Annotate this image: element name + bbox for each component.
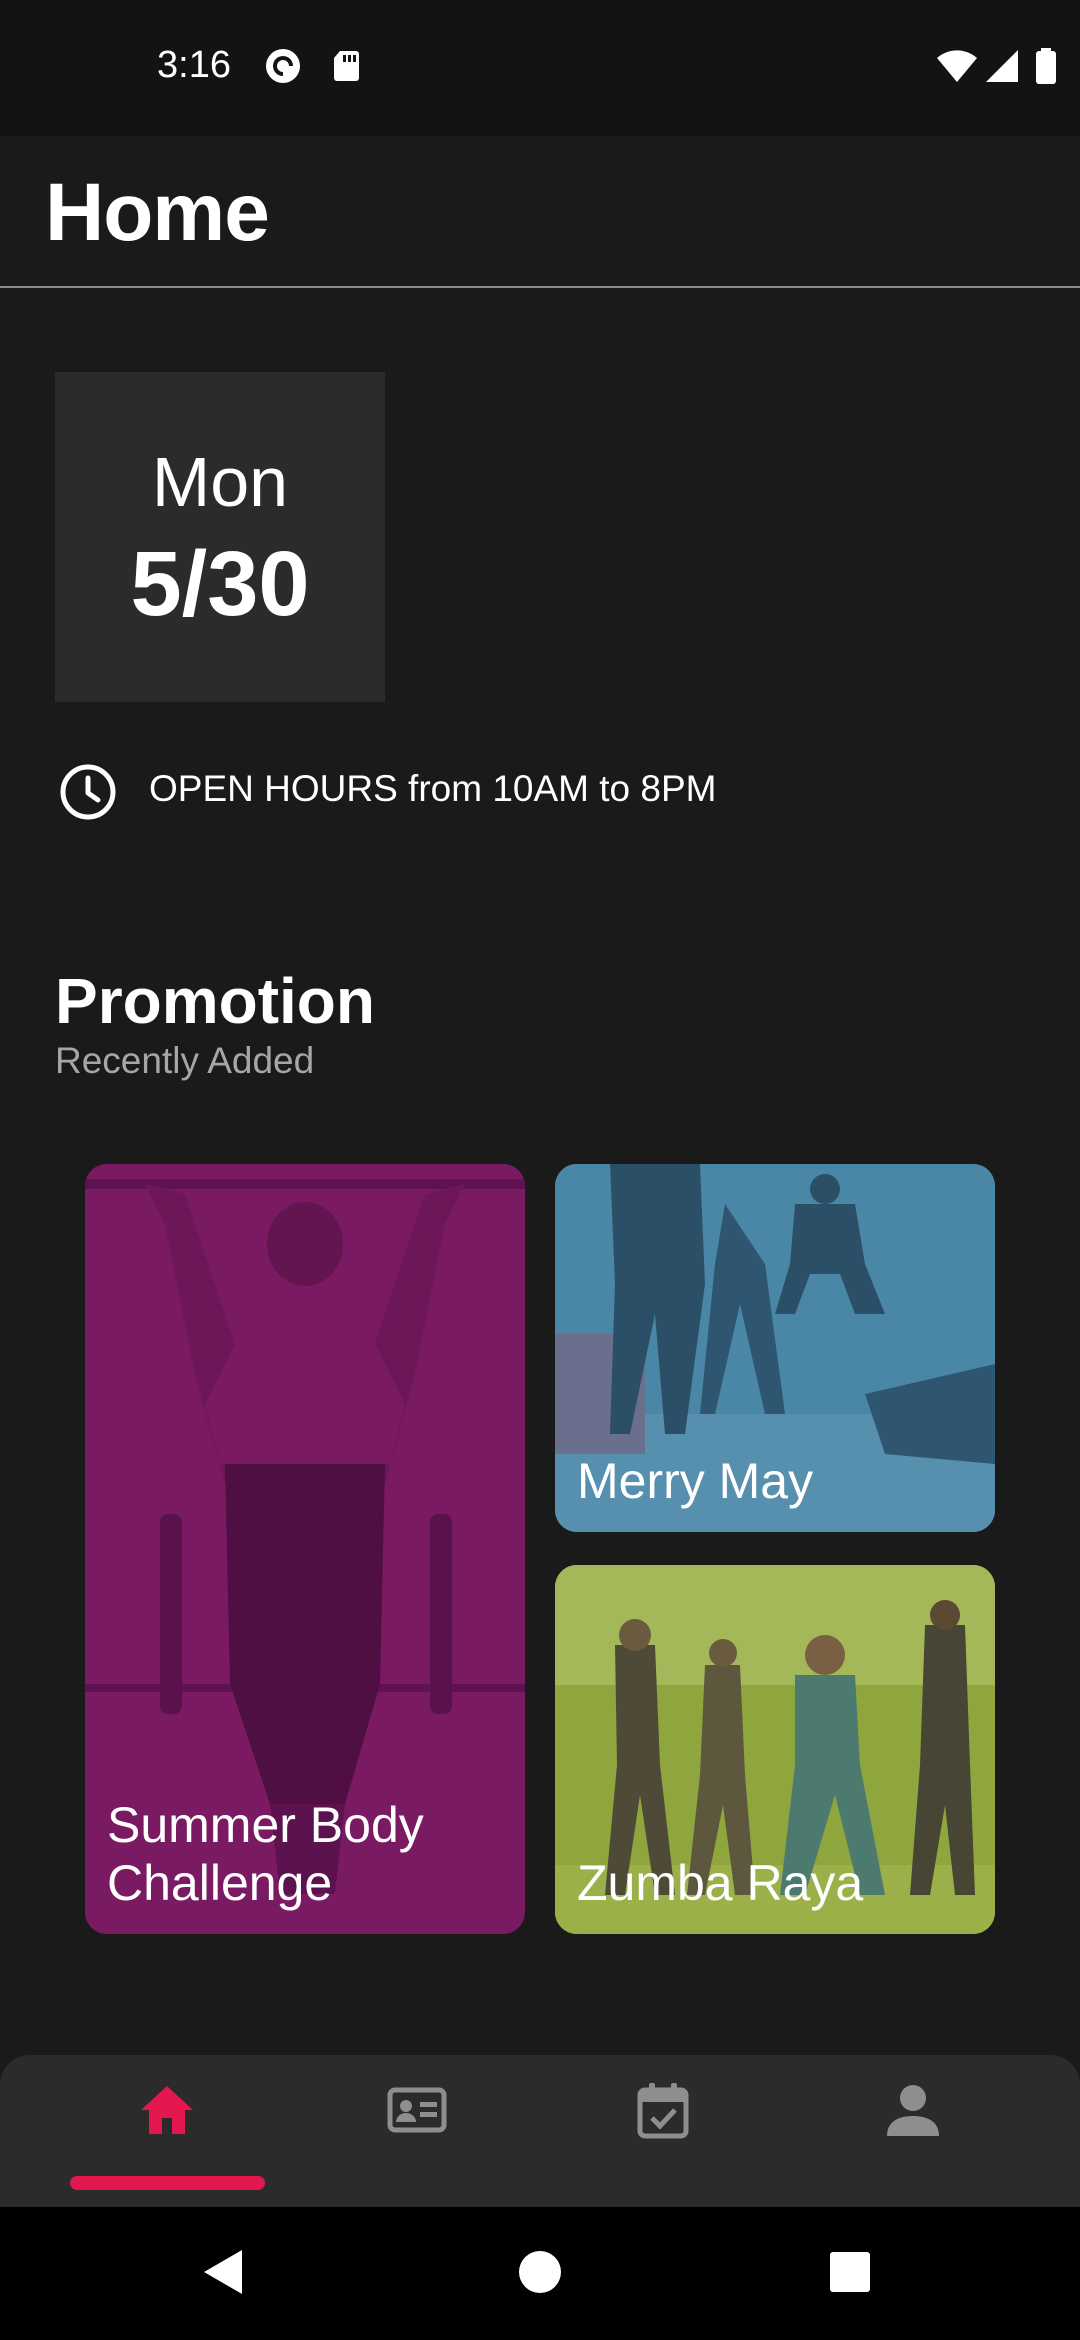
battery-icon <box>1036 48 1056 84</box>
promo-card-label: Merry May <box>577 1453 814 1509</box>
promo-card-label: Summer Body Challenge <box>107 1797 424 1911</box>
promo-card-zumba-raya[interactable]: Zumba Raya <box>555 1565 995 1934</box>
cell-signal-icon <box>986 50 1018 82</box>
nav-item-membership[interactable] <box>282 2055 552 2207</box>
open-hours-text: OPEN HOURS from 10AM to 8PM <box>149 768 717 809</box>
section-title: Promotion <box>55 965 375 1037</box>
page-title: Home <box>45 167 270 258</box>
home-circle-icon[interactable] <box>505 2237 575 2307</box>
promo-card-summer-body-challenge[interactable]: Summer Body Challenge <box>85 1164 525 1934</box>
status-time: 3:16 <box>157 44 231 86</box>
nav-item-profile[interactable] <box>778 2055 1048 2207</box>
wifi-icon <box>937 50 977 82</box>
home-icon <box>141 2086 193 2134</box>
pocket-casts-icon <box>266 49 300 83</box>
promo-card-merry-may[interactable]: Merry May <box>555 1164 995 1532</box>
date-day: Mon <box>151 443 289 521</box>
calendar-check-icon <box>637 2083 689 2139</box>
recents-icon[interactable] <box>815 2237 885 2307</box>
sd-card-icon <box>334 51 359 81</box>
nav-item-schedule[interactable] <box>528 2055 798 2207</box>
active-tab-indicator <box>70 2176 265 2190</box>
date-value: 5/30 <box>130 533 310 635</box>
section-subtitle: Recently Added <box>55 1040 315 1081</box>
promo-card-label: Zumba Raya <box>577 1855 864 1911</box>
system-navigation-bar <box>0 2207 1080 2340</box>
back-icon[interactable] <box>190 2237 260 2307</box>
date-card: Mon 5/30 <box>55 372 385 702</box>
clock-icon <box>60 764 116 820</box>
id-card-icon <box>387 2087 447 2133</box>
person-icon <box>887 2085 939 2136</box>
